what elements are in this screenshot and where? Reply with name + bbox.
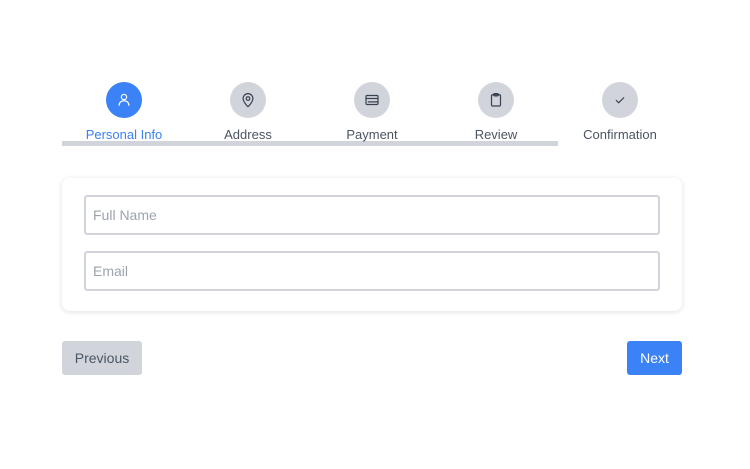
step-confirmation[interactable]: Confirmation — [558, 82, 682, 142]
email-input[interactable] — [84, 251, 660, 291]
progress-stepper: Personal Info Address Payment Review Con… — [62, 82, 682, 148]
step-label: Payment — [346, 127, 398, 142]
step-label: Personal Info — [85, 127, 163, 142]
step-indicator[interactable] — [602, 82, 638, 118]
previous-button[interactable]: Previous — [62, 341, 142, 375]
step-label: Address — [224, 127, 272, 142]
step-indicator[interactable] — [478, 82, 514, 118]
full-name-input[interactable] — [84, 195, 660, 235]
next-button[interactable]: Next — [627, 341, 682, 375]
step-address[interactable]: Address — [186, 82, 310, 142]
step-indicator[interactable] — [354, 82, 390, 118]
step-label: Review — [474, 127, 518, 142]
step-indicator[interactable] — [106, 82, 142, 118]
step-label: Confirmation — [583, 127, 657, 142]
map-pin-icon — [242, 93, 254, 108]
check-icon — [615, 97, 625, 104]
checkout-wizard: Personal Info Address Payment Review Con… — [62, 0, 682, 469]
credit-card-icon — [365, 94, 379, 106]
user-icon — [118, 93, 130, 106]
step-review[interactable]: Review — [434, 82, 558, 142]
step-personal-info[interactable]: Personal Info — [62, 82, 186, 142]
step-payment[interactable]: Payment — [310, 82, 434, 142]
step-indicator[interactable] — [230, 82, 266, 118]
personal-info-form — [62, 178, 682, 311]
clipboard-icon — [490, 93, 502, 107]
